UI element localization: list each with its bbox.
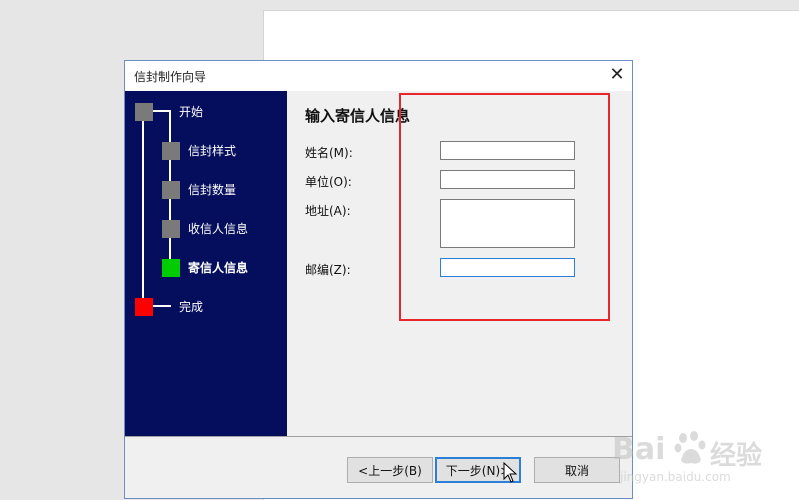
baidu-jingyan-watermark: Bai 经验 jingyan.baidu.com — [612, 428, 798, 496]
dialog-title: 信封制作向导 — [134, 70, 207, 84]
step-marker-envelope-style — [162, 142, 180, 160]
step-marker-start — [135, 103, 153, 121]
watermark-logo-left: Bai — [612, 432, 666, 467]
baidu-paw-icon — [674, 431, 706, 464]
section-title: 输入寄信人信息 — [305, 107, 411, 125]
cancel-button[interactable]: 取消 — [534, 457, 620, 483]
dialog-titlebar: 信封制作向导 ✕ — [125, 61, 632, 91]
watermark-logo-right: 经验 — [710, 441, 763, 471]
address-label: 地址(A): — [305, 204, 351, 218]
footer-divider — [125, 436, 632, 437]
step-marker-recipient-info — [162, 220, 180, 238]
postcode-label: 邮编(Z): — [305, 263, 351, 277]
step-label-envelope-count: 信封数量 — [188, 183, 237, 197]
address-input[interactable] — [440, 199, 575, 248]
name-label: 姓名(M): — [305, 146, 353, 160]
close-button[interactable]: ✕ — [602, 61, 632, 91]
organization-label: 单位(O): — [305, 175, 352, 189]
step-label-recipient-info: 收信人信息 — [188, 222, 249, 236]
organization-input[interactable] — [440, 170, 575, 189]
tree-line-main — [142, 110, 144, 306]
envelope-wizard-dialog: 信封制作向导 ✕ 开始 信封样式 信封数量 收信人信息 寄信人信息 完成 输入寄… — [124, 60, 633, 499]
step-marker-finish — [135, 298, 153, 316]
wizard-steps-sidebar: 开始 信封样式 信封数量 收信人信息 寄信人信息 完成 — [125, 91, 287, 436]
step-label-sender-info: 寄信人信息 — [188, 261, 249, 275]
name-input[interactable] — [440, 141, 575, 160]
step-label-finish: 完成 — [179, 300, 204, 314]
mouse-pointer-icon — [503, 462, 518, 483]
step-marker-envelope-count — [162, 181, 180, 199]
watermark-url: jingyan.baidu.com — [620, 470, 731, 484]
close-icon: ✕ — [609, 64, 625, 85]
back-button[interactable]: <上一步(B) — [347, 457, 433, 483]
step-marker-sender-info — [162, 259, 180, 277]
wizard-content-panel: 输入寄信人信息 姓名(M): 单位(O): 地址(A): 邮编(Z): — [287, 91, 632, 436]
step-label-envelope-style: 信封样式 — [188, 144, 237, 158]
step-label-start: 开始 — [179, 105, 204, 119]
postcode-input[interactable] — [440, 258, 575, 277]
